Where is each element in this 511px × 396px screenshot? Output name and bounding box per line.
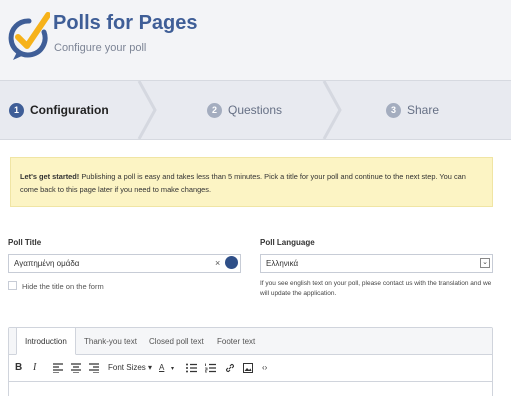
editor-toolbar: B I Font Sizes ▾ A ▾ ‹› [9, 355, 492, 382]
step-number: 1 [9, 102, 24, 118]
step-configuration[interactable]: 1 Configuration [9, 81, 109, 139]
poll-language-label: Poll Language [260, 238, 315, 247]
notice-text: Publishing a poll is easy and takes less… [20, 172, 466, 194]
text-color-icon[interactable]: A [159, 363, 164, 372]
step-number: 3 [386, 102, 401, 118]
link-icon[interactable] [225, 363, 235, 373]
image-icon[interactable] [243, 363, 253, 373]
step-number: 2 [207, 102, 222, 118]
notice-strong: Let's get started! [20, 172, 80, 181]
chevron-right-icon [137, 81, 157, 139]
poll-title-label: Poll Title [8, 238, 42, 247]
bold-icon[interactable]: B [15, 362, 22, 373]
poll-title-input[interactable]: Αγαπημένη ομάδα [8, 254, 241, 273]
step-label: Questions [228, 103, 283, 117]
font-size-icon[interactable]: Font Sizes ▾ [108, 363, 152, 372]
app-subtitle: Configure your poll [54, 42, 147, 54]
hide-title-checkbox[interactable] [8, 281, 17, 290]
step-label: Configuration [30, 103, 109, 117]
hide-title-label: Hide the title on the form [22, 282, 104, 291]
align-right-icon[interactable] [89, 363, 99, 373]
unordered-list-icon[interactable] [186, 363, 197, 373]
align-center-icon[interactable] [71, 363, 81, 373]
app-title: Polls for Pages [53, 12, 198, 34]
chevron-right-icon [322, 81, 342, 139]
tab-thank-you-text[interactable]: Thank-you text [84, 328, 137, 355]
app-header: Polls for Pages Configure your poll [0, 0, 511, 80]
tab-closed-poll-text[interactable]: Closed poll text [149, 328, 204, 355]
tab-footer-text[interactable]: Footer text [217, 328, 255, 355]
text-color-caret[interactable]: ▾ [171, 365, 174, 372]
step-label: Share [407, 103, 440, 117]
poll-language-select[interactable]: Ελληνικά [260, 254, 493, 273]
getting-started-notice: Let's get started! Publishing a poll is … [10, 157, 493, 207]
italic-icon[interactable]: I [33, 362, 36, 373]
title-color-toggle[interactable] [225, 256, 238, 269]
language-hint: If you see english text on your poll, pl… [260, 280, 492, 297]
steps-bar: 1 Configuration 2 Questions 3 Share [0, 80, 511, 140]
ordered-list-icon[interactable] [205, 363, 216, 373]
check-bubble-icon [8, 12, 50, 60]
step-questions[interactable]: 2 Questions [207, 81, 282, 139]
align-left-icon[interactable] [53, 363, 63, 373]
code-icon[interactable]: ‹› [262, 363, 267, 372]
chevron-down-icon[interactable]: ⌄ [480, 258, 490, 268]
clear-icon[interactable]: × [215, 258, 220, 268]
step-share[interactable]: 3 Share [386, 81, 439, 139]
text-editor: Introduction Thank-you text Closed poll … [8, 327, 493, 396]
editor-tabs: Introduction Thank-you text Closed poll … [9, 327, 492, 355]
tab-introduction[interactable]: Introduction [16, 327, 76, 355]
